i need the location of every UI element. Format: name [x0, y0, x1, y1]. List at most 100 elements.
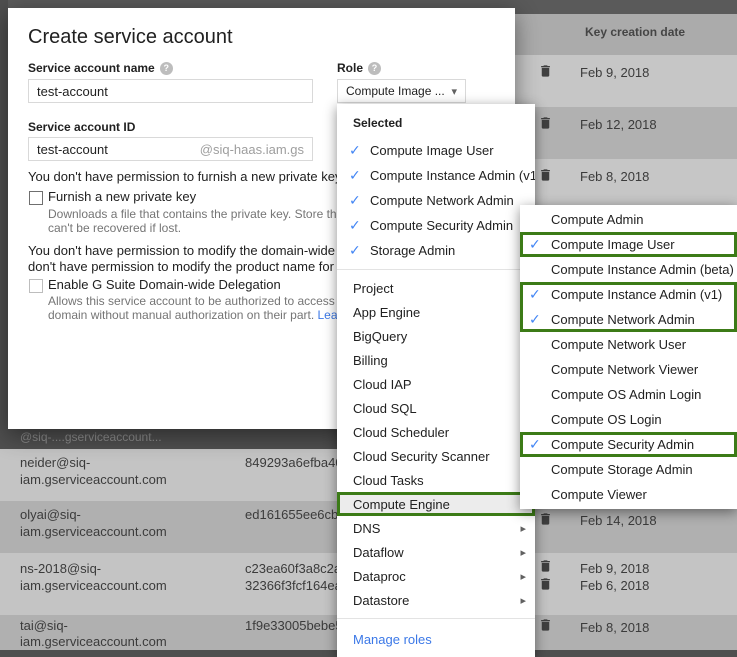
delete-key-icon[interactable] — [538, 167, 554, 184]
role-option-compute-os-admin-login[interactable]: Compute OS Admin Login — [520, 382, 737, 407]
selected-section-header: Selected — [337, 106, 535, 138]
furnish-key-checkbox[interactable] — [29, 191, 43, 205]
dialog-title: Create service account — [28, 26, 233, 49]
key-id: c23ea60f3a8c2a5 — [245, 561, 348, 576]
selected-role-compute-security-admin[interactable]: ✓ Compute Security Admin — [337, 213, 535, 238]
delete-key-icon[interactable] — [538, 558, 554, 575]
key-permission-note: You don't have permission to furnish a n… — [28, 169, 337, 184]
check-icon: ✓ — [337, 142, 370, 159]
service-account-name-label-text: Service account name — [28, 61, 155, 75]
check-icon: ✓ — [337, 167, 370, 184]
check-icon: ✓ — [520, 436, 551, 453]
role-category-cloud-sql[interactable]: Cloud SQL▸ — [337, 396, 535, 420]
role-category-dataflow[interactable]: Dataflow▸ — [337, 540, 535, 564]
role-option-compute-admin[interactable]: Compute Admin — [520, 207, 737, 232]
chevron-right-icon: ▸ — [520, 546, 526, 559]
role-option-compute-security-admin[interactable]: ✓Compute Security Admin — [520, 432, 737, 457]
role-option-compute-network-admin[interactable]: ✓Compute Network Admin — [520, 307, 737, 332]
check-icon: ✓ — [520, 286, 551, 303]
role-category-dns[interactable]: DNS▸ — [337, 516, 535, 540]
delete-key-icon[interactable] — [538, 115, 554, 132]
compute-engine-submenu: Compute Admin ✓Compute Image User Comput… — [520, 205, 737, 509]
role-category-cloud-tasks[interactable]: Cloud Tasks▸ — [337, 468, 535, 492]
role-category-datastore[interactable]: Datastore▸ — [337, 588, 535, 612]
service-account-id-input[interactable]: test-account @siq-haas.iam.gs — [28, 137, 313, 161]
role-option-compute-viewer[interactable]: Compute Viewer — [520, 482, 737, 507]
service-account-email: iam.gserviceaccount.com — [20, 524, 167, 539]
role-menu: Selected ✓ Compute Image User ✓ Compute … — [337, 104, 535, 657]
delete-key-icon[interactable] — [538, 511, 554, 528]
key-id: 1f9e33005bebe58 — [245, 618, 350, 633]
service-account-email: iam.gserviceaccount.com — [20, 472, 167, 487]
learn-more-link[interactable]: Learn — [318, 308, 338, 322]
selected-role-storage-admin[interactable]: ✓ Storage Admin — [337, 238, 535, 263]
check-icon: ✓ — [337, 242, 370, 259]
manage-roles-link[interactable]: Manage roles — [337, 625, 535, 653]
service-account-email: ns-2018@siq- — [20, 561, 101, 576]
role-dropdown[interactable]: Compute Image ... ▾ — [337, 79, 466, 103]
role-category-compute-engine[interactable]: Compute Engine▸ — [337, 492, 535, 516]
chevron-down-icon: ▾ — [451, 85, 457, 98]
role-category-cloud-iap[interactable]: Cloud IAP▸ — [337, 372, 535, 396]
key-creation-date: Feb 6, 2018 — [580, 578, 649, 593]
service-account-id-label: Service account ID — [28, 120, 135, 134]
delete-key-icon[interactable] — [538, 576, 554, 593]
role-option-compute-storage-admin[interactable]: Compute Storage Admin — [520, 457, 737, 482]
screen: Key creation date Feb 9, 2018 Feb 12, 20… — [0, 0, 737, 657]
gsuite-help-line2: domain without manual authorization on t… — [48, 308, 337, 322]
service-account-id-label-text: Service account ID — [28, 120, 135, 134]
delete-key-icon[interactable] — [538, 63, 554, 80]
gsuite-help-line2-text: domain without manual authorization on t… — [48, 308, 314, 322]
role-label-text: Role — [337, 61, 363, 75]
help-icon[interactable]: ? — [368, 62, 381, 75]
role-category-cloud-security-scanner[interactable]: Cloud Security Scanner▸ — [337, 444, 535, 468]
key-creation-date: Feb 14, 2018 — [580, 513, 657, 528]
check-icon: ✓ — [337, 192, 370, 209]
help-icon[interactable]: ? — [160, 62, 173, 75]
role-category-app-engine[interactable]: App Engine▸ — [337, 300, 535, 324]
gsuite-delegation-checkbox[interactable] — [29, 279, 43, 293]
key-creation-date: Feb 12, 2018 — [580, 117, 657, 132]
service-account-email: iam.gserviceaccount.com — [20, 634, 167, 649]
service-account-id-domain: @siq-haas.iam.gs — [200, 142, 304, 157]
key-creation-date: Feb 9, 2018 — [580, 65, 649, 80]
key-creation-date-header: Key creation date — [585, 25, 685, 39]
service-account-email: tai@siq- — [20, 618, 68, 633]
role-option-compute-os-login[interactable]: Compute OS Login — [520, 407, 737, 432]
role-option-compute-instance-admin-v1[interactable]: ✓Compute Instance Admin (v1) — [520, 282, 737, 307]
menu-divider — [337, 269, 535, 270]
key-creation-date: Feb 9, 2018 — [580, 561, 649, 576]
selected-role-compute-image-user[interactable]: ✓ Compute Image User — [337, 138, 535, 163]
role-dropdown-value: Compute Image ... — [346, 84, 445, 98]
role-option-compute-network-user[interactable]: Compute Network User — [520, 332, 737, 357]
service-account-email: iam.gserviceaccount.com — [20, 578, 167, 593]
chevron-right-icon: ▸ — [520, 522, 526, 535]
delete-key-icon[interactable] — [538, 617, 554, 634]
check-icon: ✓ — [520, 236, 551, 253]
check-icon: ✓ — [337, 217, 370, 234]
menu-divider — [337, 618, 535, 619]
key-id: 849293a6efba404 — [245, 455, 350, 470]
role-category-billing[interactable]: Billing▸ — [337, 348, 535, 372]
role-option-compute-instance-admin-beta[interactable]: Compute Instance Admin (beta) — [520, 257, 737, 282]
furnish-help-line1: Downloads a file that contains the priva… — [48, 207, 337, 221]
role-category-project[interactable]: Project▸ — [337, 276, 535, 300]
service-account-name-input[interactable] — [28, 79, 313, 103]
key-id: ed161655ee6cb8 — [245, 507, 346, 522]
selected-role-compute-instance-admin-v1[interactable]: ✓ Compute Instance Admin (v1) — [337, 163, 535, 188]
selected-role-compute-network-admin[interactable]: ✓ Compute Network Admin — [337, 188, 535, 213]
role-category-cloud-scheduler[interactable]: Cloud Scheduler▸ — [337, 420, 535, 444]
check-icon: ✓ — [520, 311, 551, 328]
gsuite-help-line1: Allows this service account to be author… — [48, 294, 337, 308]
service-account-email: olyai@siq- — [20, 507, 81, 522]
role-option-compute-network-viewer[interactable]: Compute Network Viewer — [520, 357, 737, 382]
role-category-dataproc[interactable]: Dataproc▸ — [337, 564, 535, 588]
service-account-email: @siq-....gserviceaccount... — [20, 430, 162, 444]
role-option-compute-image-user[interactable]: ✓Compute Image User — [520, 232, 737, 257]
modify-permission-note-line1: You don't have permission to modify the … — [28, 243, 337, 258]
role-option-highlight-group: ✓Compute Instance Admin (v1) ✓Compute Ne… — [520, 282, 737, 332]
service-account-id-value: test-account — [37, 142, 108, 157]
role-category-bigquery[interactable]: BigQuery▸ — [337, 324, 535, 348]
chevron-right-icon: ▸ — [520, 570, 526, 583]
modify-permission-note-line2: don't have permission to modify the prod… — [28, 259, 337, 274]
